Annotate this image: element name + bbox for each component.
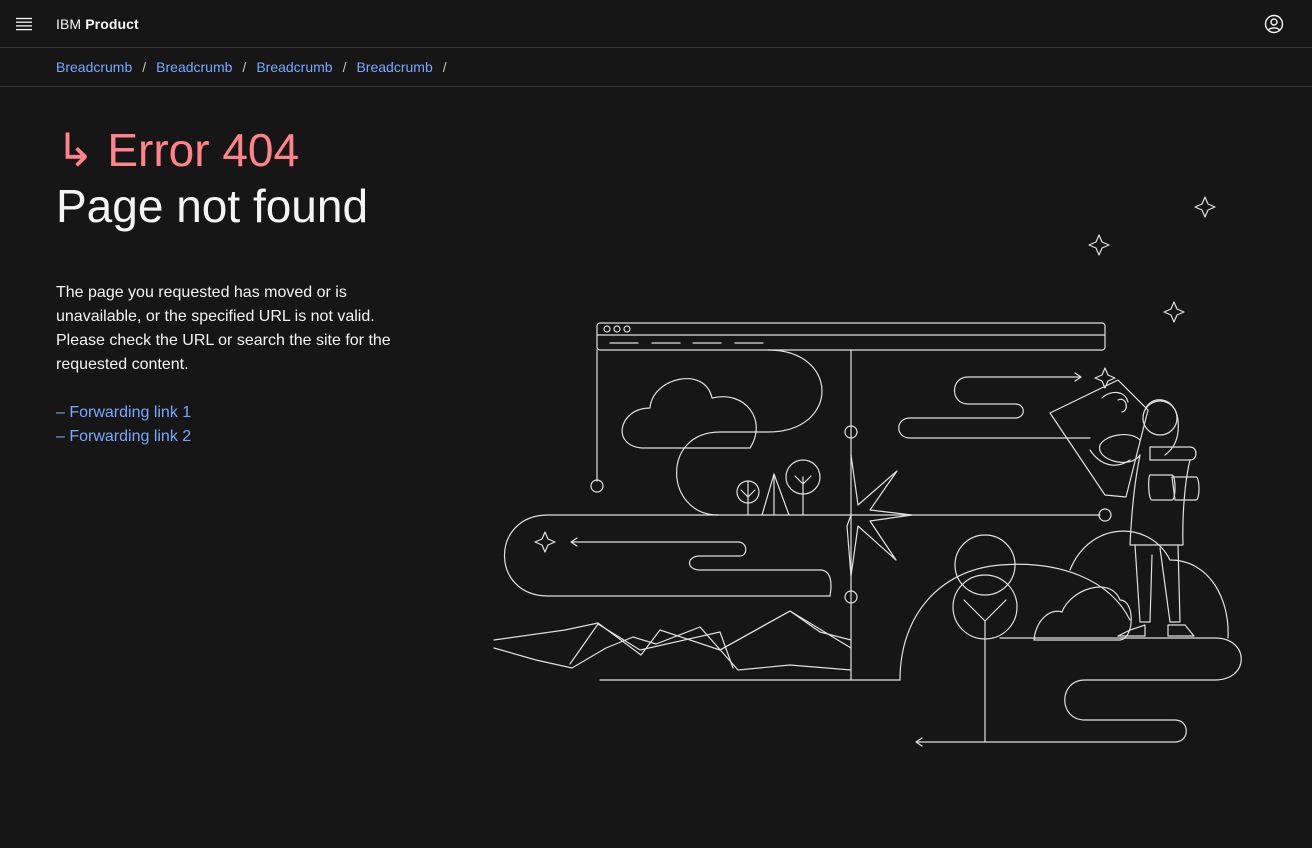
- hamburger-menu-icon: [16, 17, 32, 31]
- brand-name[interactable]: IBM Product: [56, 0, 139, 48]
- forwarding-link-2[interactable]: – Forwarding link 2: [56, 425, 191, 449]
- brand-prefix: IBM: [56, 16, 82, 32]
- error-code-text: Error 404: [107, 124, 300, 176]
- breadcrumb-item: Breadcrumb /: [56, 59, 156, 75]
- breadcrumb-separator: /: [242, 59, 247, 75]
- breadcrumb: Breadcrumb / Breadcrumb / Breadcrumb / B…: [0, 48, 1312, 87]
- breadcrumb-separator: /: [442, 59, 447, 75]
- user-avatar-icon: [1264, 14, 1284, 34]
- breadcrumb-link[interactable]: Breadcrumb: [356, 59, 432, 75]
- lost-explorer-illustration: [493, 196, 1242, 747]
- error-description: The page you requested has moved or is u…: [56, 284, 391, 373]
- breadcrumb-item: Breadcrumb /: [356, 59, 456, 75]
- breadcrumb-link[interactable]: Breadcrumb: [156, 59, 232, 75]
- breadcrumb-separator: /: [342, 59, 347, 75]
- breadcrumb-separator: /: [142, 59, 147, 75]
- forwarding-link-1[interactable]: – Forwarding link 1: [56, 401, 191, 425]
- menu-button[interactable]: [0, 0, 48, 48]
- user-profile-button[interactable]: [1250, 0, 1298, 48]
- page-title: Page not found: [56, 180, 369, 232]
- brand-product: Product: [85, 16, 139, 32]
- breadcrumb-item: Breadcrumb /: [156, 59, 256, 75]
- app-header: IBM Product: [0, 0, 1312, 48]
- breadcrumb-link[interactable]: Breadcrumb: [56, 59, 132, 75]
- error-code-heading: ↳ Error 404: [56, 120, 299, 180]
- breadcrumb-link[interactable]: Breadcrumb: [256, 59, 332, 75]
- forwarding-links: – Forwarding link 1 – Forwarding link 2: [56, 401, 191, 449]
- corner-arrow-icon: ↳: [56, 124, 95, 176]
- breadcrumb-item: Breadcrumb /: [256, 59, 356, 75]
